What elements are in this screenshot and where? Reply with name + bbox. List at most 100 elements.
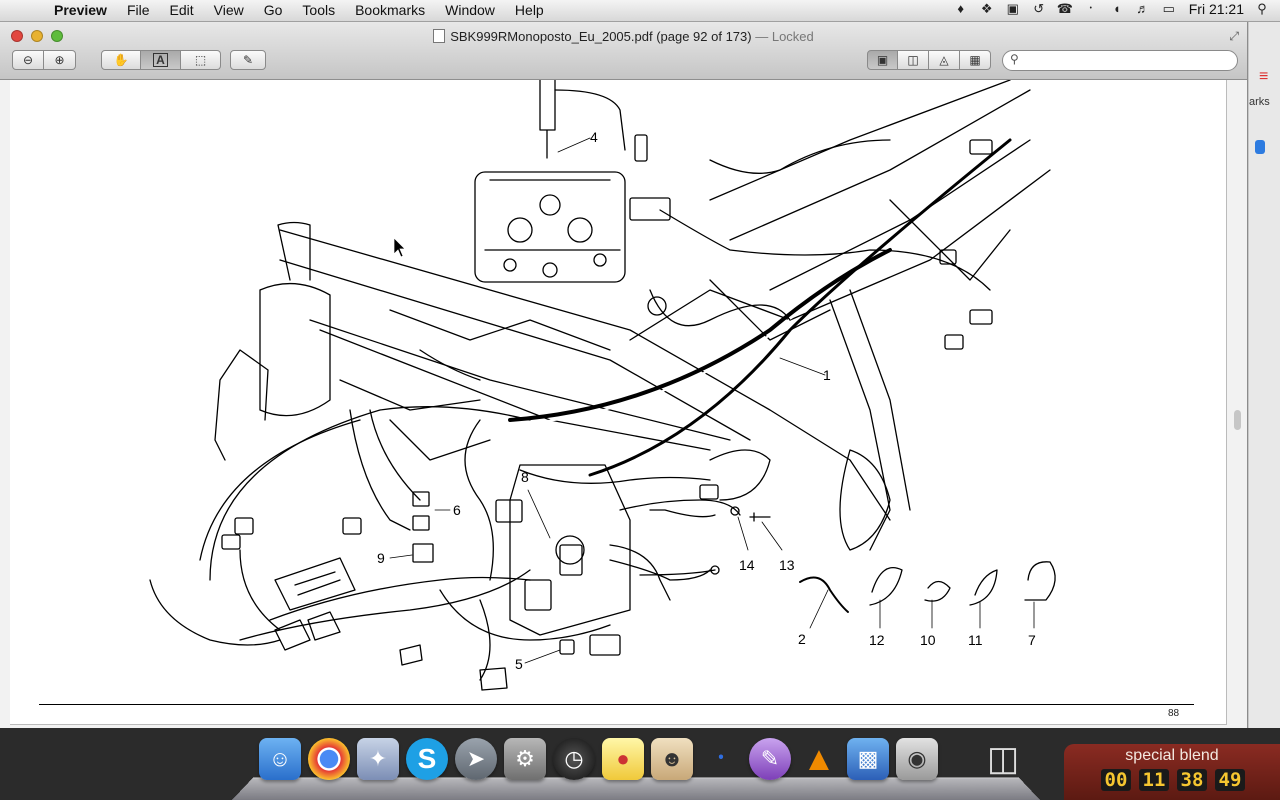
zoom-in-button[interactable]: ⊕ [44,50,76,70]
connector [342,517,362,535]
menu-go[interactable]: Go [264,2,283,18]
connector-block [307,611,341,641]
fullscreen-icon[interactable]: ⤢ [1229,29,1239,44]
search-input[interactable] [1025,52,1234,70]
cable-tie-2 [799,576,849,613]
zoom-in-icon: ⊕ [54,53,65,67]
move-tool-button[interactable]: ✋ [101,50,141,70]
dock-photo-booth-icon[interactable]: ☻ [651,738,693,780]
sensor-4 [539,80,556,159]
leader-4 [557,137,591,153]
search-icon: ⚲ [1010,52,1019,66]
list-icon: ≡ [1259,68,1269,85]
background-window-label: arks [1249,96,1270,108]
time-machine-icon[interactable]: ↺ [1031,1,1047,17]
harness-left-2 [199,419,361,561]
callout-14: 14 [739,557,755,573]
menu-window[interactable]: Window [445,2,495,18]
annotate-button[interactable]: ✎ [230,50,266,70]
widget-digit-seconds: 38 [1177,769,1207,791]
preview-window: SBK999RMonoposto_Eu_2005.pdf (page 92 of… [0,22,1248,728]
battery-icon[interactable]: ▭ [1161,1,1177,17]
clamp-7 [1024,561,1056,601]
connector [479,667,508,691]
volume-icon[interactable]: ♬ [1135,1,1151,17]
zoom-out-button[interactable]: ⊖ [12,50,44,70]
search-field[interactable]: ⚲ [1002,50,1238,71]
notification-icon[interactable]: ♦ [953,1,969,17]
menu-edit[interactable]: Edit [170,2,194,18]
frame-tube [829,299,891,551]
connector [969,139,993,155]
menu-file[interactable]: File [127,2,150,18]
frame-tube [709,80,1011,201]
harness-left [209,406,531,581]
connector [234,517,254,535]
grid-icon: ▦ [969,53,981,67]
phone-icon[interactable]: ☎ [1057,1,1073,17]
leader-5 [524,649,561,664]
menu-help[interactable]: Help [515,2,544,18]
bluetooth-icon[interactable]: ᛫ [1083,1,1099,17]
dock-system-preferences-icon[interactable]: ⚙ [504,738,546,780]
fuse-box [274,557,356,611]
dock: ☺ ✦ S ➤ ⚙ ◷ ● ☻ ᛫ ✎ ▲ ▩ ◉ ◫ [232,730,1040,800]
menu-bookmarks[interactable]: Bookmarks [355,2,425,18]
dock-toolbox-icon[interactable]: ● [602,738,644,780]
single-page-icon: ▣ [876,53,889,67]
widget-digit-hours: 00 [1101,769,1131,791]
dock-dashboard-icon[interactable]: ◷ [553,738,595,780]
view-toc-button[interactable]: ◬ [929,50,960,70]
vertical-scrollbar[interactable] [1234,410,1241,430]
spotlight-icon[interactable]: ⚲ [1254,1,1270,17]
dock-trash-icon[interactable]: ◫ [982,738,1024,780]
menu-view[interactable]: View [214,2,244,18]
bolt-13 [749,512,771,522]
wifi-icon[interactable]: ◖ [1109,1,1125,17]
callout-13: 13 [779,557,795,573]
dock-skype-icon[interactable]: S [406,738,448,780]
menu-tools[interactable]: Tools [302,2,335,18]
dock-image-capture-icon[interactable]: ◉ [896,738,938,780]
countdown-widget[interactable]: special blend 00 11 38 49 [1064,744,1280,800]
blue-tab-icon [1255,140,1265,154]
menu-list: Preview File Edit View Go Tools Bookmark… [54,2,564,18]
relay-9 [412,543,434,563]
menu-app-name[interactable]: Preview [54,2,107,18]
view-contact-sheet-button[interactable]: ▦ [960,50,991,70]
connector [629,197,671,221]
leader-9 [389,554,413,559]
evernote-icon[interactable]: ▣ [1005,1,1021,17]
frame-tube [729,89,1031,241]
text-tool-button[interactable]: A [141,50,181,70]
select-tool-button[interactable]: ⬚ [181,50,221,70]
leader-13 [761,521,783,551]
dock-bluetooth-icon[interactable]: ᛫ [700,738,742,780]
menu-clock[interactable]: Fri 21:21 [1189,1,1244,17]
dock-finder-icon[interactable]: ☺ [259,738,301,780]
dock-script-editor-icon[interactable]: ✎ [749,738,791,780]
dock-vlc-icon[interactable]: ▲ [798,738,840,780]
document-icon [433,29,446,43]
relay-6b [412,515,430,531]
pencil-icon: ✎ [242,53,254,67]
dock-chrome-icon[interactable] [308,738,350,780]
callout-8: 8 [521,469,529,485]
callout-1: 1 [823,367,831,383]
dropbox-icon[interactable]: ❖ [979,1,995,17]
dock-launchpad-icon[interactable]: ➤ [455,738,497,780]
view-content-only-button[interactable]: ▣ [867,50,898,70]
dock-keynote-icon[interactable]: ▩ [847,738,889,780]
status-area: ♦ ❖ ▣ ↺ ☎ ᛫ ◖ ♬ ▭ Fri 21:21 ⚲ [943,1,1270,17]
document-area[interactable]: 1 2 4 5 6 7 8 9 10 11 12 13 14 88 [0,80,1247,728]
connector-5 [589,634,621,656]
clip-10 [924,580,951,602]
toc-icon: ◬ [939,53,949,67]
pdf-page: 1 2 4 5 6 7 8 9 10 11 12 13 14 88 [10,80,1227,725]
dock-preview-icon[interactable]: ✦ [357,738,399,780]
window-title-locked[interactable]: — Locked [755,29,814,44]
callout-9: 9 [377,550,385,566]
clip-11 [969,569,998,606]
harness-main [508,248,892,422]
view-thumbnails-button[interactable]: ◫ [898,50,929,70]
